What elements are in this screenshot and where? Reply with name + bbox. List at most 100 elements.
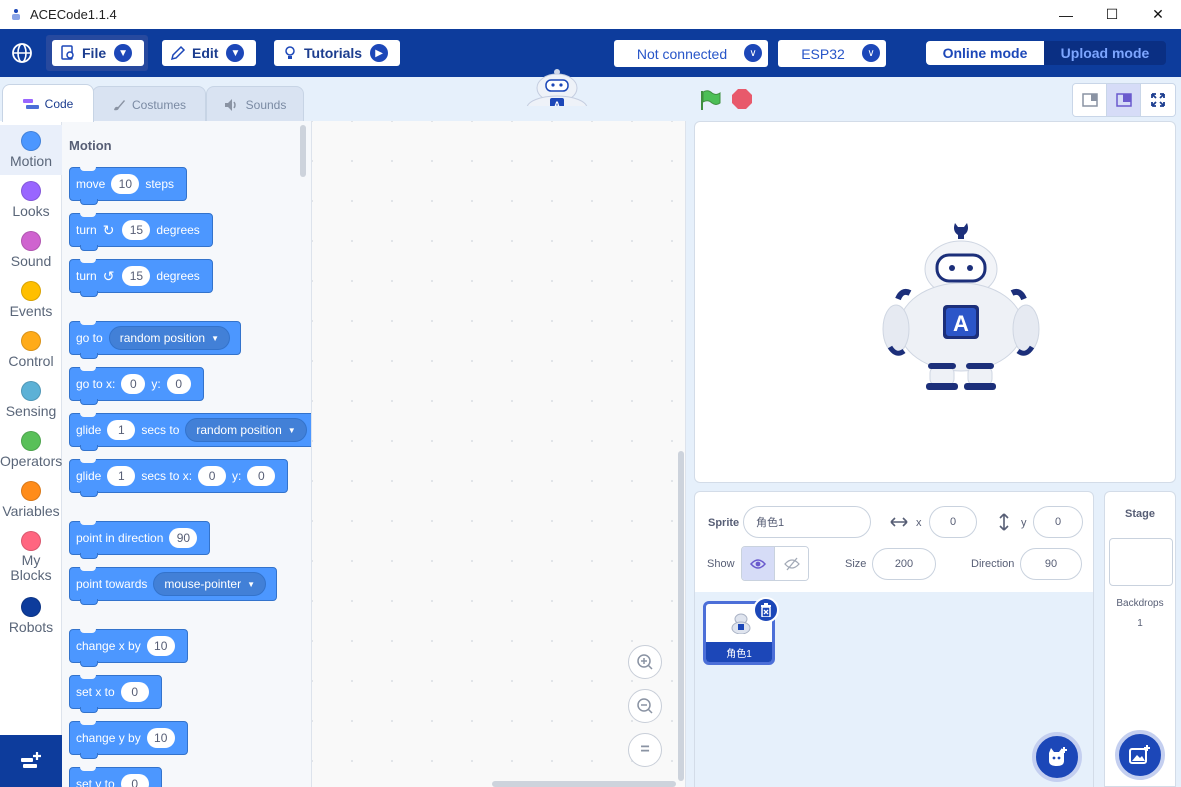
device-selector[interactable]: ESP32 ∨ <box>778 40 886 67</box>
block-input[interactable]: 15 <box>122 220 151 240</box>
script-horizontal-scrollbar[interactable] <box>492 781 676 787</box>
category-sensing[interactable]: Sensing <box>0 375 62 425</box>
x-input[interactable]: 0 <box>929 506 977 538</box>
zoom-in-button[interactable] <box>628 645 662 679</box>
stage-view-buttons <box>1072 83 1176 117</box>
block-dropdown[interactable]: random position ▼ <box>185 418 307 442</box>
sprite-name-input[interactable]: 角色1 <box>743 506 871 538</box>
category-control[interactable]: Control <box>0 325 62 375</box>
connection-selector[interactable]: Not connected ∨ <box>614 40 768 67</box>
block-dropdown[interactable]: random position ▼ <box>108 326 231 350</box>
block-dropdown[interactable]: mouse-pointer ▼ <box>153 572 267 596</box>
y-input[interactable]: 0 <box>1033 506 1083 538</box>
stage-target-panel[interactable]: Stage Backdrops 1 <box>1104 491 1176 787</box>
chevron-down-icon: ∨ <box>862 44 880 62</box>
add-sprite-button[interactable] <box>1032 732 1082 782</box>
category-dot <box>21 331 41 351</box>
file-search-icon <box>61 45 74 60</box>
tutorials-menu-button[interactable]: Tutorials ▶ <box>274 40 400 66</box>
y-label: y <box>1021 517 1027 529</box>
block-point-direction[interactable]: point in direction 90 <box>69 521 211 559</box>
show-hidden-button[interactable] <box>775 547 808 580</box>
block-set-y[interactable]: set y to 0 <box>69 767 162 787</box>
upload-mode-button[interactable]: Upload mode <box>1044 41 1166 65</box>
category-dot <box>21 481 41 501</box>
tutorials-menu-label: Tutorials <box>304 45 363 61</box>
block-text: degrees <box>156 223 200 237</box>
block-change-y[interactable]: change y by 10 <box>69 721 188 759</box>
tab-costumes[interactable]: Costumes <box>92 86 206 122</box>
block-set-x[interactable]: set x to 0 <box>69 675 162 713</box>
block-input[interactable]: 15 <box>122 266 151 286</box>
show-visible-button[interactable] <box>742 547 775 580</box>
svg-text:A: A <box>953 311 969 336</box>
show-label: Show <box>707 558 735 570</box>
tab-code[interactable]: Code <box>2 84 94 122</box>
app-icon <box>8 7 24 23</box>
block-input[interactable]: 0 <box>120 774 149 787</box>
category-sound[interactable]: Sound <box>0 225 62 275</box>
file-menu-button[interactable]: File ▼ <box>52 40 144 66</box>
block-input[interactable]: 10 <box>111 174 140 194</box>
stage-thumbnail[interactable] <box>1109 538 1173 586</box>
block-move-steps[interactable]: move 10 steps <box>69 167 188 205</box>
online-mode-button[interactable]: Online mode <box>926 41 1044 65</box>
maximize-button[interactable]: ☐ <box>1089 0 1135 29</box>
block-turn-right[interactable]: turn ↻ 15 degrees <box>69 213 213 251</box>
chevron-down-icon: ▼ <box>114 44 133 62</box>
block-glide-xy[interactable]: glide 1 secs to x: 0 y: 0 <box>69 459 289 497</box>
block-input[interactable]: 0 <box>121 374 146 394</box>
direction-input[interactable]: 90 <box>1020 548 1082 580</box>
category-my-blocks[interactable]: My Blocks <box>0 525 62 589</box>
stage-canvas[interactable]: A <box>694 121 1176 483</box>
minimize-button[interactable]: — <box>1043 0 1089 29</box>
category-operators[interactable]: Operators <box>0 425 62 475</box>
block-input[interactable]: 0 <box>166 374 191 394</box>
block-go-to[interactable]: go to random position ▼ <box>69 321 242 359</box>
language-globe-icon[interactable] <box>10 41 34 65</box>
add-sprite-icon <box>1049 747 1067 766</box>
palette-scrollbar[interactable] <box>300 125 306 177</box>
fullscreen-button[interactable] <box>1141 84 1175 116</box>
block-input[interactable]: 0 <box>198 466 227 486</box>
add-backdrop-button[interactable] <box>1115 730 1165 780</box>
tab-costumes-label: Costumes <box>131 97 187 112</box>
category-robots[interactable]: Robots <box>0 591 62 641</box>
block-text: secs to <box>141 423 180 437</box>
size-input[interactable]: 200 <box>872 548 936 580</box>
stop-icon[interactable] <box>732 89 752 109</box>
device-label: ESP32 <box>801 45 845 62</box>
block-input[interactable]: 0 <box>247 466 276 486</box>
close-button[interactable]: ✕ <box>1135 0 1181 29</box>
zoom-out-button[interactable] <box>628 689 662 723</box>
robot-sprite-image[interactable]: A <box>882 217 1040 393</box>
block-palette: Motion move 10 steps turn ↻ 15 degrees t… <box>62 121 312 787</box>
block-go-to-xy[interactable]: go to x: 0 y: 0 <box>69 367 204 405</box>
chevron-down-icon: ▼ <box>226 44 245 62</box>
small-stage-button[interactable] <box>1073 84 1107 116</box>
block-input[interactable]: 1 <box>107 466 136 486</box>
zoom-reset-button[interactable]: = <box>628 733 662 767</box>
block-glide-to[interactable]: glide 1 secs to random position ▼ <box>69 413 311 451</box>
block-turn-left[interactable]: turn ↺ 15 degrees <box>69 259 213 297</box>
delete-sprite-button[interactable] <box>753 597 779 623</box>
script-vertical-scrollbar[interactable] <box>678 451 684 781</box>
block-input[interactable]: 0 <box>120 682 149 702</box>
sprite-list: 角色1 <box>695 592 1093 787</box>
category-events[interactable]: Events <box>0 275 62 325</box>
tab-sounds[interactable]: Sounds <box>206 86 304 122</box>
block-change-x[interactable]: change x by 10 <box>69 629 188 667</box>
normal-stage-button[interactable] <box>1107 84 1141 116</box>
category-variables[interactable]: Variables <box>0 475 62 525</box>
category-looks[interactable]: Looks <box>0 175 62 225</box>
category-motion[interactable]: Motion <box>0 125 62 175</box>
script-area[interactable]: = <box>312 121 686 787</box>
block-input[interactable]: 10 <box>146 636 175 656</box>
block-point-towards[interactable]: point towards mouse-pointer ▼ <box>69 567 278 605</box>
block-input[interactable]: 10 <box>146 728 175 748</box>
block-input[interactable]: 1 <box>107 420 136 440</box>
green-flag-icon[interactable] <box>699 89 721 111</box>
add-extension-button[interactable] <box>0 735 62 787</box>
block-input[interactable]: 90 <box>169 528 198 548</box>
edit-menu-button[interactable]: Edit ▼ <box>162 40 256 66</box>
